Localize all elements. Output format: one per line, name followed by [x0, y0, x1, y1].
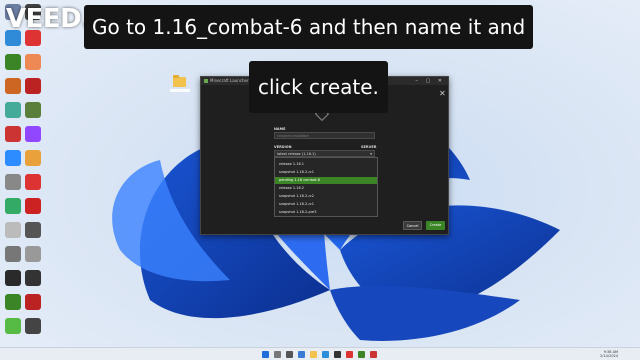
task-view-icon[interactable]: [286, 351, 293, 358]
desktop-shortcut-icon[interactable]: [25, 54, 41, 70]
desktop-folder-icon[interactable]: [173, 75, 186, 87]
version-option[interactable]: release 1.16.2: [275, 185, 377, 192]
desktop-shortcut-icon[interactable]: [5, 222, 21, 238]
desktop-shortcut-icon[interactable]: [5, 318, 21, 334]
desktop-shortcut-icon[interactable]: [25, 102, 41, 118]
desktop-shortcut-icon[interactable]: [5, 270, 21, 286]
close-dialog-icon[interactable]: ✕: [439, 89, 446, 98]
version-option[interactable]: release 1.16.1: [275, 161, 377, 168]
version-option[interactable]: snapshot 1.16.2-pre3: [275, 209, 377, 216]
clock-date: 2/14/2024: [600, 354, 618, 358]
app-icon[interactable]: [370, 351, 377, 358]
desktop-shortcut-icon[interactable]: [25, 294, 41, 310]
system-clock[interactable]: 9:38 AM 2/14/2024: [600, 350, 618, 358]
widgets-icon[interactable]: [298, 351, 305, 358]
desktop-shortcut-icon[interactable]: [5, 102, 21, 118]
desktop-shortcut-icon[interactable]: [25, 150, 41, 166]
desktop-shortcut-icon[interactable]: [25, 198, 41, 214]
version-option[interactable]: snapshot 1.16.2-rc1: [275, 201, 377, 208]
version-select-value: latest release (1.16.1): [277, 152, 316, 156]
window-title: Minecraft Launcher: [210, 78, 249, 83]
desktop-folder-label: [170, 89, 190, 92]
desktop-shortcut-icon[interactable]: [5, 150, 21, 166]
minecraft-launcher-taskbar-icon[interactable]: [358, 351, 365, 358]
version-select[interactable]: latest release (1.16.1) ▾: [274, 150, 375, 157]
server-field-label: SERVER: [361, 145, 377, 149]
store-icon[interactable]: [334, 351, 341, 358]
search-icon[interactable]: [274, 351, 281, 358]
version-field-label: VERSION: [274, 145, 292, 149]
version-dropdown-list: release 1.16.1 snapshot 1.16.2-rc1 pendi…: [274, 157, 378, 217]
version-option[interactable]: snapshot 1.16.2-rc2: [275, 193, 377, 200]
browser-icon[interactable]: [322, 351, 329, 358]
installation-name-input[interactable]: [274, 132, 375, 139]
desktop-shortcut-icon[interactable]: [25, 270, 41, 286]
desktop-shortcut-icon[interactable]: [25, 318, 41, 334]
desktop-shortcut-icon[interactable]: [5, 78, 21, 94]
cancel-button[interactable]: Cancel: [403, 221, 422, 230]
desktop-shortcut-icon[interactable]: [25, 174, 41, 190]
windows-taskbar: 9:38 AM 2/14/2024: [0, 347, 640, 360]
version-option[interactable]: snapshot 1.16.2-rc1: [275, 169, 377, 176]
desktop-shortcut-icon[interactable]: [5, 198, 21, 214]
name-field-label: NAME: [274, 127, 286, 131]
desktop-shortcut-icon[interactable]: [25, 222, 41, 238]
subtitle-caption-line-2: click create.: [249, 61, 388, 113]
version-option-selected[interactable]: pending 1.16 combat-6: [275, 177, 377, 184]
desktop-shortcut-icon[interactable]: [25, 246, 41, 262]
desktop-shortcut-icon[interactable]: [5, 54, 21, 70]
app-icon[interactable]: [346, 351, 353, 358]
desktop-shortcut-icon[interactable]: [5, 294, 21, 310]
desktop-shortcut-icon[interactable]: [5, 246, 21, 262]
desktop-shortcut-icon[interactable]: [5, 174, 21, 190]
create-button[interactable]: Create: [426, 221, 445, 230]
desktop-shortcut-icon[interactable]: [25, 126, 41, 142]
file-explorer-icon[interactable]: [310, 351, 317, 358]
desktop-shortcut-icon[interactable]: [5, 126, 21, 142]
launcher-app-icon: [204, 79, 208, 83]
start-menu-icon[interactable]: [262, 351, 269, 358]
subtitle-caption-line-1: Go to 1.16_combat-6 and then name it and: [84, 5, 534, 49]
window-controls[interactable]: – ▢ ✕: [415, 77, 445, 85]
desktop-shortcut-icon[interactable]: [25, 78, 41, 94]
